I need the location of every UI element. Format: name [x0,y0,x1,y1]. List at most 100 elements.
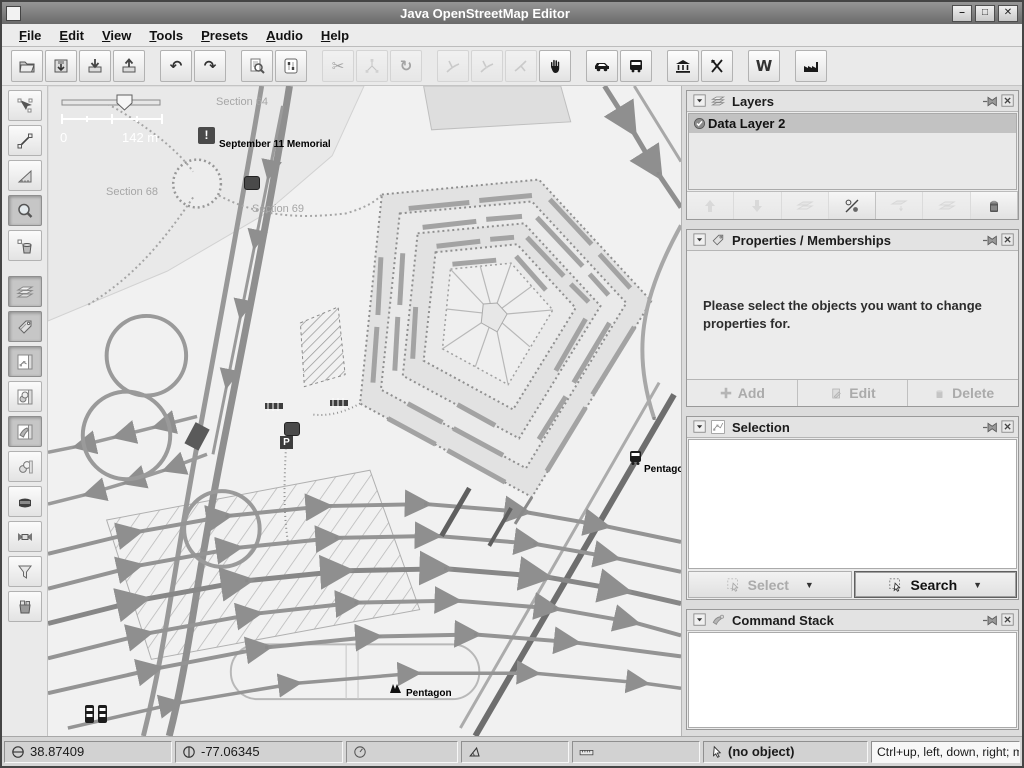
bus-stop-icon [629,450,642,466]
map-canvas[interactable]: 0 142 m Section 64 Section 68 Section 69… [48,86,681,736]
combine-way-button[interactable] [356,50,388,82]
search-button[interactable]: Search ▼ [854,571,1018,598]
command-stack-pin-icon[interactable] [983,614,998,627]
command-stack-list[interactable] [688,632,1017,728]
layer-delete-button[interactable] [971,192,1018,219]
selection-pin-icon[interactable] [983,421,998,434]
measure-mode-button[interactable] [8,160,42,191]
layer-move-up-button[interactable] [687,192,734,219]
delete-button[interactable]: Delete [908,380,1018,406]
layer-name: Data Layer 2 [708,116,785,131]
layer-merge-down-button[interactable] [876,192,923,219]
castle-button[interactable]: W [748,50,780,82]
longitude-field: -77.06345 [175,741,343,763]
properties-close-icon[interactable] [1001,233,1015,247]
notes-toggle-button[interactable] [8,486,42,517]
relation-editor-toggle-button[interactable] [8,381,42,412]
hand-button[interactable] [539,50,571,82]
unglue-b-button[interactable] [471,50,503,82]
menu-bar: FileEditViewToolsPresetsAudioHelp [2,24,1022,47]
download-button[interactable] [79,50,111,82]
preferences-button[interactable] [275,50,307,82]
properties-panel-header: Properties / Memberships [687,230,1018,251]
gate-icon [264,400,284,412]
maximize-button[interactable]: □ [975,5,995,22]
command-stack-toggle-button[interactable] [8,416,42,447]
zoom-mode-button[interactable] [8,195,42,226]
layer-merge-button[interactable] [782,192,829,219]
layer-row[interactable]: Data Layer 2 [689,114,1016,133]
menu-edit[interactable]: Edit [50,26,93,45]
selection-panel: Selection Select ▼ Search ▼ [686,416,1019,600]
car-button[interactable] [586,50,618,82]
selection-panel-header: Selection [687,417,1018,438]
menu-tools[interactable]: Tools [140,26,192,45]
layers-panel: Layers Data Layer 2 [686,90,1019,220]
bus-button[interactable] [620,50,652,82]
save-button[interactable] [45,50,77,82]
restaurant-button[interactable] [701,50,733,82]
properties-pin-icon[interactable] [983,234,998,247]
select-button[interactable]: Select ▼ [688,571,852,598]
layers-collapse-button[interactable] [693,94,707,108]
properties-collapse-button[interactable] [693,233,707,247]
selection-icon [710,419,726,435]
select-cursor-icon [726,577,742,593]
filter-toggle-button[interactable] [8,556,42,587]
selection-close-icon[interactable] [1001,420,1015,434]
edit-button[interactable]: Edit [798,380,909,406]
add-button[interactable]: Add [687,380,798,406]
layers-list[interactable]: Data Layer 2 [688,113,1017,190]
menu-file[interactable]: File [10,26,50,45]
minimize-button[interactable]: – [952,5,972,22]
delete-mode-button[interactable] [8,230,42,261]
search-button[interactable] [241,50,273,82]
museum-button[interactable] [667,50,699,82]
unglue-c-button[interactable] [505,50,537,82]
properties-panel-title: Properties / Memberships [732,233,980,248]
factory-button[interactable] [795,50,827,82]
properties-toggle-button[interactable] [8,311,42,342]
angle-icon [467,744,483,760]
command-stack-close-icon[interactable] [1001,613,1015,627]
split-way-button[interactable]: ✂ [322,50,354,82]
selection-toggle-button[interactable] [8,346,42,377]
layers-panel-header: Layers [687,91,1018,112]
layers-close-icon[interactable] [1001,94,1015,108]
label-section-64: Section 64 [216,96,268,108]
draw-mode-button[interactable] [8,125,42,156]
conflicts-toggle-button[interactable] [8,521,42,552]
menu-view[interactable]: View [93,26,140,45]
selection-collapse-button[interactable] [693,420,707,434]
status-help-text: Ctrl+up, left, down, right; move zoom wi… [871,741,1020,763]
title-bar: Java OpenStreetMap Editor – □ ✕ [2,2,1022,24]
open-button[interactable] [11,50,43,82]
redo-button[interactable]: ↷ [194,50,226,82]
layers-icon [710,93,726,109]
plus-icon [719,386,733,400]
menu-presets[interactable]: Presets [192,26,257,45]
label-section-69: Section 69 [252,203,304,215]
undo-button[interactable]: ↶ [160,50,192,82]
layer-move-down-button[interactable] [734,192,781,219]
command-stack-panel-header: Command Stack [687,610,1018,631]
layers-pin-icon[interactable] [983,95,998,108]
relations-toggle-button[interactable] [8,451,42,482]
layer-opacity-button[interactable] [829,192,876,219]
layers-toolbar [687,191,1018,219]
cursor-icon [709,744,724,760]
label-monument: Pentagon [406,688,452,699]
menu-help[interactable]: Help [312,26,358,45]
menu-audio[interactable]: Audio [257,26,312,45]
update-data-button[interactable]: ↻ [390,50,422,82]
upload-button[interactable] [113,50,145,82]
changesets-toggle-button[interactable] [8,591,42,622]
close-button[interactable]: ✕ [998,5,1018,22]
layers-toggle-button[interactable] [8,276,42,307]
unglue-a-button[interactable] [437,50,469,82]
select-mode-button[interactable] [8,90,42,121]
selection-list[interactable] [688,439,1017,569]
command-stack-collapse-button[interactable] [693,613,707,627]
zoom-slider[interactable] [60,94,164,112]
layer-duplicate-button[interactable] [923,192,970,219]
